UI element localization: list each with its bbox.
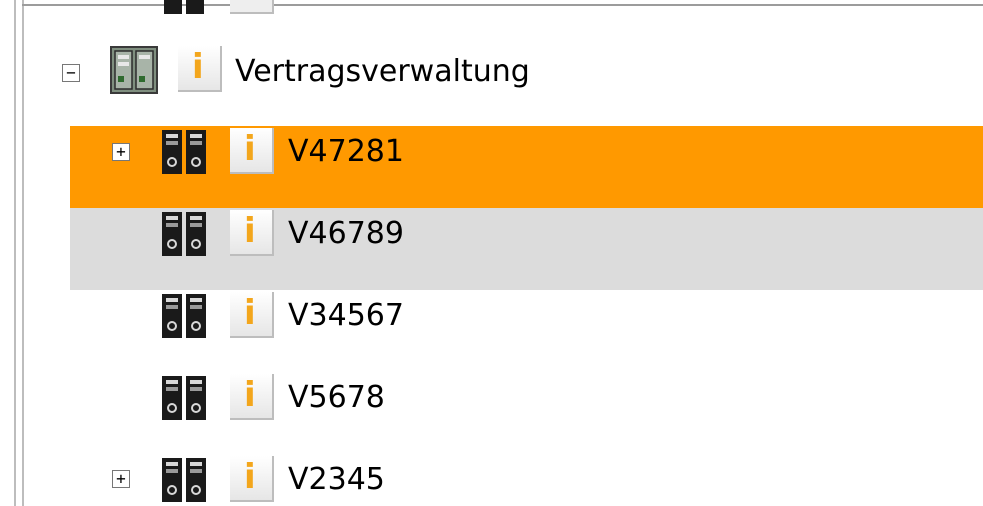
expand-toggle[interactable]: +: [112, 143, 130, 161]
tree-item-label[interactable]: V5678: [288, 380, 385, 416]
tree-item-label[interactable]: V2345: [288, 462, 385, 498]
info-icon[interactable]: i: [230, 210, 274, 256]
binder-icon: [162, 294, 206, 338]
expand-toggle[interactable]: +: [112, 470, 130, 488]
tree-item-label[interactable]: V34567: [288, 298, 404, 334]
tree-item-label[interactable]: V47281: [288, 134, 404, 170]
collapse-toggle[interactable]: −: [62, 64, 80, 82]
info-icon[interactable]: i: [230, 128, 274, 174]
partial-binder-icon: [164, 0, 204, 14]
tree-item-label[interactable]: Vertragsverwaltung: [235, 54, 530, 90]
binder-icon: [162, 130, 206, 174]
info-icon[interactable]: i: [178, 46, 222, 92]
info-icon[interactable]: i: [230, 292, 274, 338]
partial-info-icon: [230, 0, 274, 14]
contract-management-icon: [110, 46, 158, 94]
tree-item-label[interactable]: V46789: [288, 216, 404, 252]
binder-icon: [162, 376, 206, 420]
info-icon[interactable]: i: [230, 456, 274, 502]
tree-view-window: − i Vertragsverwaltung + i V47281 i V467…: [0, 0, 983, 506]
binder-icon: [162, 212, 206, 256]
frame-border-left-outer: [14, 0, 16, 506]
frame-border-left-inner: [22, 0, 24, 506]
binder-icon: [162, 458, 206, 502]
info-icon[interactable]: i: [230, 374, 274, 420]
